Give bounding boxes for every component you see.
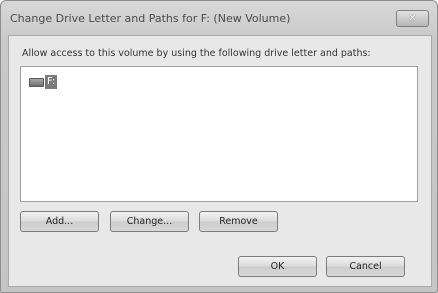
dialog-window: Change Drive Letter and Paths for F: (Ne… <box>0 0 438 293</box>
window-title: Change Drive Letter and Paths for F: (Ne… <box>10 12 291 25</box>
cancel-button[interactable]: Cancel <box>326 256 405 277</box>
dialog-body: Allow access to this volume by using the… <box>8 35 432 287</box>
close-button[interactable]: ✕ <box>396 10 429 27</box>
ok-button[interactable]: OK <box>238 256 317 277</box>
change-button[interactable]: Change... <box>110 211 189 232</box>
instruction-label: Allow access to this volume by using the… <box>22 48 371 59</box>
drive-letter-label: F: <box>45 75 58 89</box>
close-icon: ✕ <box>408 12 417 24</box>
paths-listbox[interactable]: F: <box>20 66 418 202</box>
remove-button[interactable]: Remove <box>199 211 278 232</box>
add-button[interactable]: Add... <box>20 211 99 232</box>
list-item[interactable]: F: <box>29 75 58 89</box>
drive-icon <box>29 77 44 87</box>
title-bar[interactable]: Change Drive Letter and Paths for F: (Ne… <box>1 1 437 35</box>
